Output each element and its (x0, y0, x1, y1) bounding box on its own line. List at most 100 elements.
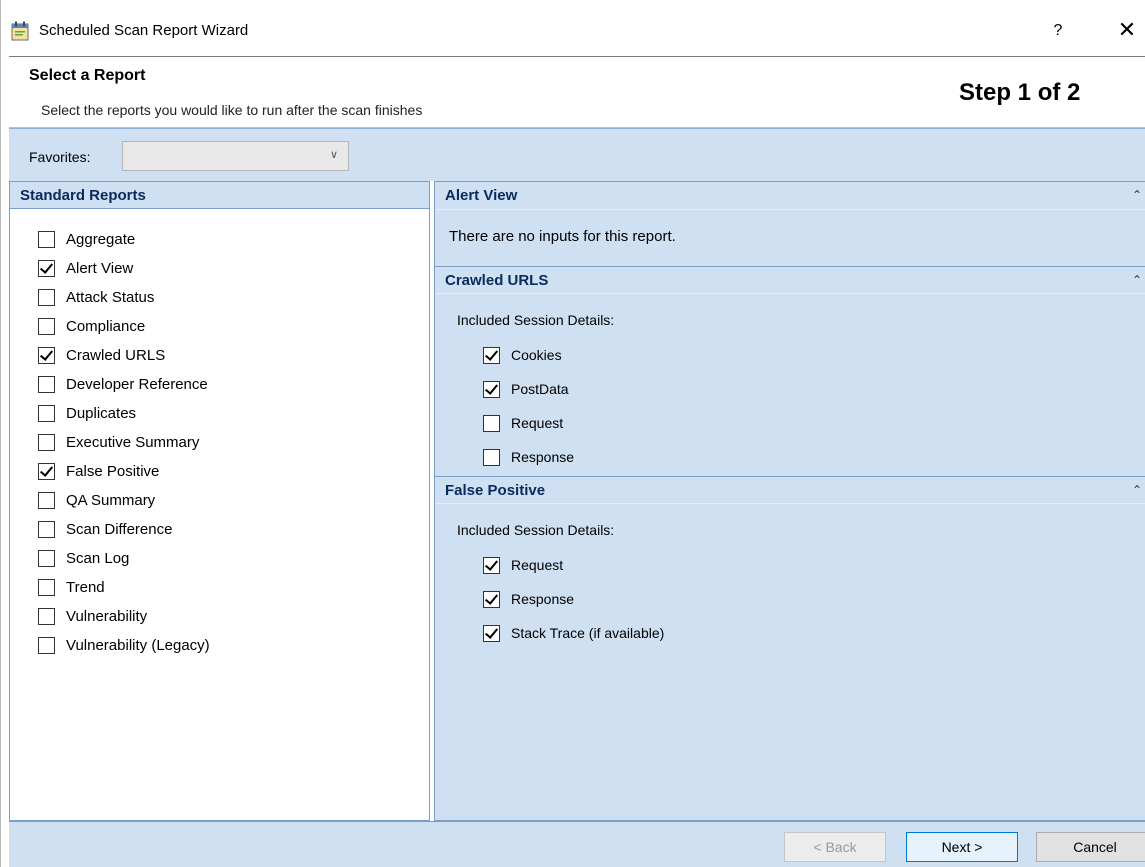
section-body-crawled-urls: Included Session Details: Cookies PostDat… (435, 294, 1145, 474)
session-detail-label: Response (511, 591, 575, 607)
checkbox-unchecked[interactable] (483, 414, 500, 432)
session-detail-item[interactable]: Request (483, 406, 1145, 440)
section-body-alert-view: There are no inputs for this report. (435, 210, 1145, 266)
cancel-button[interactable]: Cancel (1036, 832, 1145, 862)
collapse-icon[interactable]: ⌃ (1132, 477, 1142, 504)
checkbox-unchecked[interactable] (38, 579, 55, 596)
session-detail-label: Request (511, 557, 564, 573)
standard-reports-header: Standard Reports (10, 182, 429, 209)
report-item[interactable]: Alert View (38, 254, 210, 283)
wizard-window: Scheduled Scan Report Wizard ? ✕ Select … (0, 0, 1145, 867)
session-detail-item[interactable]: PostData (483, 372, 1145, 406)
report-item[interactable]: Scan Log (38, 544, 210, 573)
checkbox-unchecked[interactable] (38, 550, 55, 567)
report-label: QA Summary (66, 492, 156, 509)
report-item[interactable]: False Positive (38, 457, 210, 486)
report-label: Alert View (66, 260, 134, 277)
wizard-header: Select a Report Select the reports you w… (9, 56, 1145, 128)
report-label: Vulnerability (66, 608, 148, 625)
report-item[interactable]: Scan Difference (38, 515, 210, 544)
session-detail-label: Stack Trace (if available) (511, 625, 665, 641)
checkbox-checked[interactable] (483, 556, 500, 574)
report-label: False Positive (66, 463, 160, 480)
session-detail-item[interactable]: Cookies (483, 338, 1145, 372)
session-details-label: Included Session Details: (457, 522, 615, 538)
session-detail-item[interactable]: Response (483, 440, 1145, 474)
standard-reports-list: Aggregate Alert View Attack Status Complian… (38, 225, 210, 660)
checkbox-unchecked[interactable] (38, 434, 55, 451)
report-options-panel: Alert View ⌃ There are no inputs for thi… (434, 181, 1145, 821)
report-label: Executive Summary (66, 434, 200, 451)
section-title: Alert View (445, 187, 518, 204)
scheduled-report-icon (11, 21, 29, 41)
help-button[interactable]: ? (1043, 19, 1073, 43)
report-item[interactable]: Vulnerability (Legacy) (38, 631, 210, 660)
checkbox-unchecked[interactable] (38, 318, 55, 335)
report-item[interactable]: Developer Reference (38, 370, 210, 399)
session-detail-item[interactable]: Stack Trace (if available) (483, 616, 1145, 650)
wizard-footer: < Back Next > Cancel (9, 821, 1145, 867)
section-header-false-positive[interactable]: False Positive ⌃ (435, 476, 1145, 504)
checkbox-unchecked[interactable] (38, 231, 55, 248)
standard-reports-panel: Standard Reports Aggregate Alert View Atta… (9, 181, 430, 821)
false-positive-options: Request Response Stack Trace (if available… (435, 548, 1145, 650)
back-button[interactable]: < Back (784, 832, 886, 862)
checkbox-checked[interactable] (483, 590, 500, 608)
report-item[interactable]: QA Summary (38, 486, 210, 515)
checkbox-unchecked[interactable] (38, 376, 55, 393)
session-detail-item[interactable]: Response (483, 582, 1145, 616)
section-header-alert-view[interactable]: Alert View ⌃ (435, 182, 1145, 210)
report-label: Trend (66, 579, 105, 596)
chevron-down-icon: ∨ (329, 149, 338, 161)
checkbox-unchecked[interactable] (38, 521, 55, 538)
checkbox-checked[interactable] (483, 624, 500, 642)
report-item[interactable]: Duplicates (38, 399, 210, 428)
report-label: Crawled URLS (66, 347, 166, 364)
title-bar: Scheduled Scan Report Wizard ? ✕ (1, 8, 1145, 54)
session-detail-item[interactable]: Request (483, 548, 1145, 582)
checkbox-checked[interactable] (38, 260, 55, 277)
session-details-label: Included Session Details: (457, 312, 615, 328)
report-label: Duplicates (66, 405, 137, 422)
next-button[interactable]: Next > (906, 832, 1018, 862)
report-item[interactable]: Compliance (38, 312, 210, 341)
checkbox-unchecked[interactable] (483, 448, 500, 466)
favorites-bar: Favorites: ∨ (9, 128, 1145, 181)
report-item[interactable]: Aggregate (38, 225, 210, 254)
window-title: Scheduled Scan Report Wizard (39, 22, 249, 39)
report-label: Aggregate (66, 231, 136, 248)
report-label: Attack Status (66, 289, 155, 306)
collapse-icon[interactable]: ⌃ (1132, 267, 1142, 294)
section-body-false-positive: Included Session Details: Request Respons… (435, 504, 1145, 650)
favorites-label: Favorites: (29, 149, 91, 165)
report-label: Vulnerability (Legacy) (66, 637, 210, 654)
checkbox-unchecked[interactable] (38, 289, 55, 306)
report-label: Scan Difference (66, 521, 173, 538)
close-button[interactable]: ✕ (1108, 17, 1145, 45)
session-detail-label: PostData (511, 381, 569, 397)
report-label: Compliance (66, 318, 146, 335)
report-item[interactable]: Executive Summary (38, 428, 210, 457)
favorites-dropdown[interactable]: ∨ (122, 141, 349, 171)
checkbox-unchecked[interactable] (38, 405, 55, 422)
no-inputs-message: There are no inputs for this report. (449, 228, 676, 245)
step-indicator: Step 1 of 2 (959, 79, 1081, 106)
session-detail-label: Request (511, 415, 564, 431)
session-detail-label: Response (511, 449, 575, 465)
section-header-crawled-urls[interactable]: Crawled URLS ⌃ (435, 266, 1145, 294)
report-item[interactable]: Trend (38, 573, 210, 602)
report-item[interactable]: Crawled URLS (38, 341, 210, 370)
page-title: Select a Report (29, 67, 146, 84)
checkbox-unchecked[interactable] (38, 608, 55, 625)
checkbox-checked[interactable] (483, 346, 500, 364)
collapse-icon[interactable]: ⌃ (1132, 182, 1142, 209)
checkbox-unchecked[interactable] (38, 637, 55, 654)
report-item[interactable]: Vulnerability (38, 602, 210, 631)
section-title: Crawled URLS (445, 272, 549, 289)
report-item[interactable]: Attack Status (38, 283, 210, 312)
checkbox-unchecked[interactable] (38, 492, 55, 509)
checkbox-checked[interactable] (38, 463, 55, 480)
checkbox-checked[interactable] (38, 347, 55, 364)
checkbox-checked[interactable] (483, 380, 500, 398)
section-title: False Positive (445, 482, 546, 499)
